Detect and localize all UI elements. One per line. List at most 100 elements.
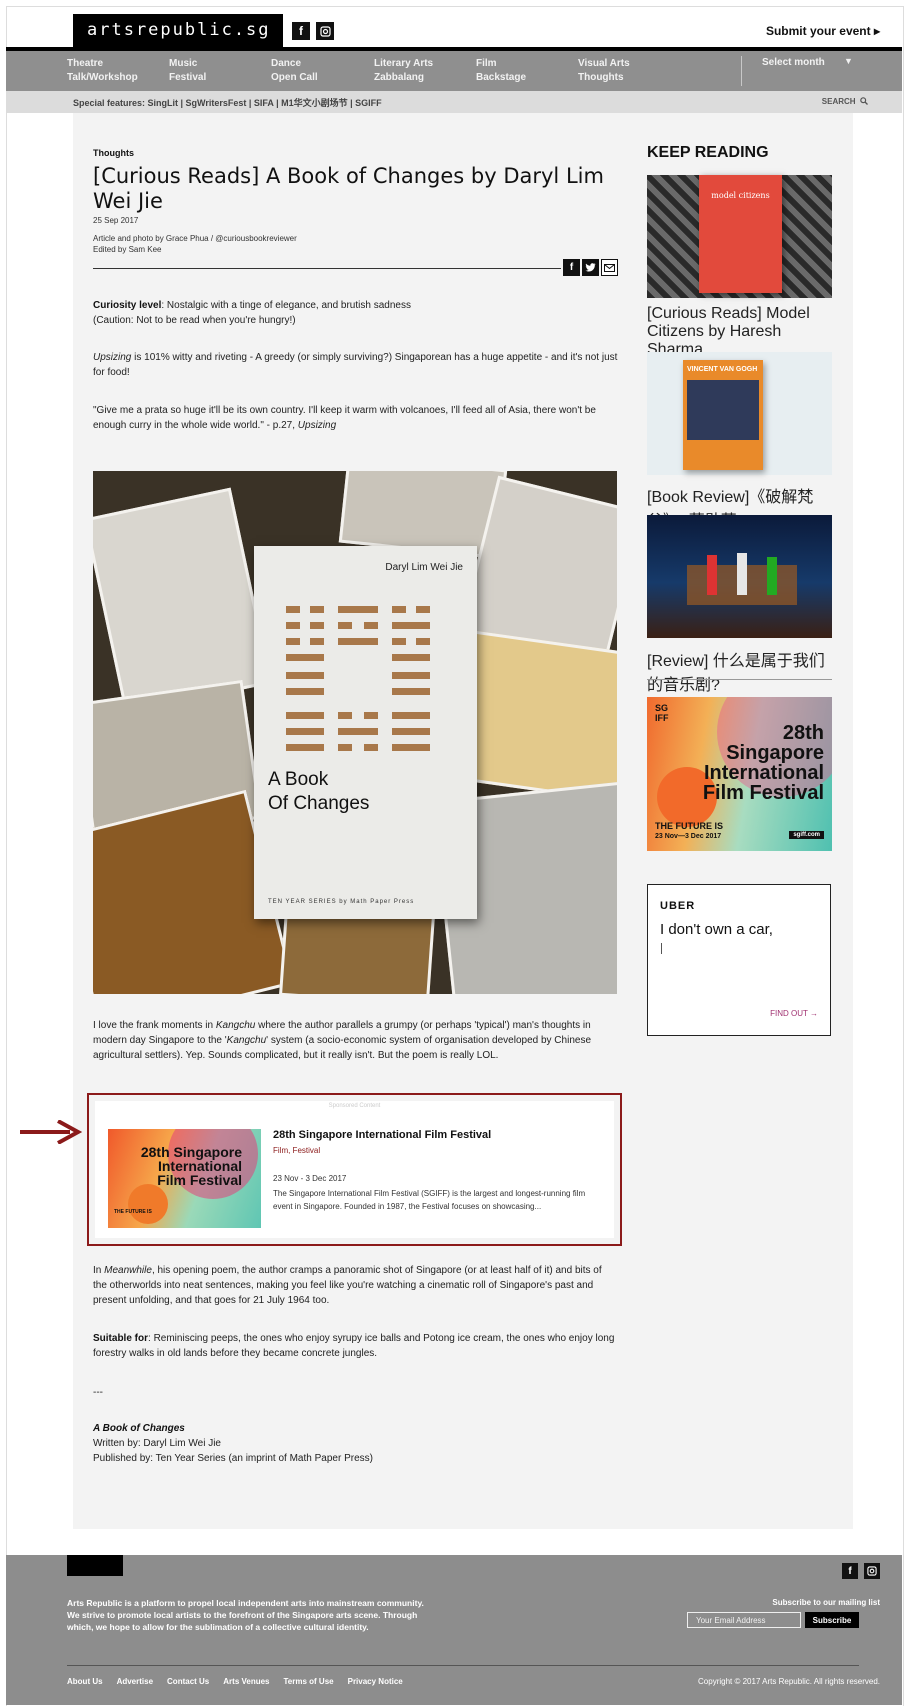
- facebook-icon[interactable]: f: [842, 1563, 858, 1579]
- book-author: Daryl Lim Wei Jie: [385, 562, 463, 573]
- divider-text: ---: [93, 1387, 103, 1398]
- sidebar-item-musical[interactable]: [Review] 什么是属于我们的音乐剧?: [647, 647, 832, 695]
- special-features-links[interactable]: Special features: SingLit | SgWritersFes…: [73, 96, 382, 109]
- sponsored-content-card[interactable]: Sponsored Content 28th Singapore Interna…: [87, 1093, 622, 1246]
- footer-link-contact[interactable]: Contact Us: [167, 1677, 209, 1686]
- performer: [767, 557, 777, 595]
- chevron-down-icon[interactable]: ▼: [844, 56, 853, 66]
- article-editor: Edited by Sam Kee: [93, 245, 162, 254]
- search-button[interactable]: SEARCH: [822, 97, 868, 106]
- select-month-dropdown[interactable]: Select month: [762, 57, 825, 68]
- thumb-sub: THE FUTURE IS: [114, 1209, 152, 1215]
- meanwhile-text-a: In: [93, 1265, 105, 1276]
- instagram-icon[interactable]: [864, 1563, 880, 1579]
- submit-event-link[interactable]: Submit your event ▸: [766, 24, 880, 38]
- facebook-share-icon[interactable]: f: [563, 259, 580, 276]
- footer-social: f: [842, 1563, 880, 1579]
- article-header: Thoughts [Curious Reads] A Book of Chang…: [93, 148, 618, 255]
- nav-item-dance[interactable]: Dance: [271, 57, 318, 71]
- subscribe-label: Subscribe to our mailing list: [772, 1598, 880, 1607]
- sponsored-category[interactable]: Film, Festival: [273, 1146, 320, 1155]
- uber-ad[interactable]: UBER I don't own a car, FIND OUT →: [647, 884, 831, 1036]
- share-icons: f: [563, 259, 618, 276]
- ad-line-3: International: [703, 762, 824, 784]
- instagram-icon[interactable]: [316, 22, 334, 40]
- photo-print: [93, 487, 273, 715]
- nav-item-theatre[interactable]: Theatre: [67, 57, 138, 71]
- sgiff-ad[interactable]: SG IFF 28th Singapore International Film …: [647, 697, 832, 851]
- book-info-published-by: Published by: Ten Year Series (an imprin…: [93, 1453, 373, 1464]
- subscribe-button[interactable]: Subscribe: [805, 1612, 859, 1628]
- book-info: A Book of Changes Written by: Daryl Lim …: [93, 1421, 618, 1466]
- sidebar-thumb-van-gogh[interactable]: VINCENT VAN GOGH: [647, 352, 832, 475]
- thumb-circle: [128, 1184, 168, 1224]
- site-logo[interactable]: artsrepublic.sg: [73, 14, 283, 47]
- ad-dates: 23 Nov—3 Dec 2017: [655, 833, 722, 840]
- paragraph-kangchu: I love the frank moments in Kangchu wher…: [93, 1018, 618, 1063]
- book-title-line-1: A Book: [268, 769, 329, 790]
- search-icon: [860, 97, 868, 105]
- nav-item-visual-arts[interactable]: Visual Arts: [578, 57, 630, 71]
- sidebar-item-model-citizens[interactable]: [Curious Reads] Model Citizens by Haresh…: [647, 305, 832, 359]
- nav-item-zabbalang[interactable]: Zabbalang: [374, 71, 433, 85]
- share-bar: f: [93, 258, 618, 278]
- sgiff-ad-title: 28th Singapore International Film Festiv…: [703, 723, 824, 803]
- curiosity-paragraph: Curiosity level: Nostalgic with a tinge …: [93, 298, 618, 328]
- twitter-share-icon[interactable]: [582, 259, 599, 276]
- ad-line-2: Singapore: [726, 742, 824, 764]
- footer-logo[interactable]: [67, 1555, 123, 1576]
- nav-item-thoughts[interactable]: Thoughts: [578, 71, 630, 85]
- sponsored-title[interactable]: 28th Singapore International Film Festiv…: [273, 1129, 491, 1141]
- email-share-icon[interactable]: [601, 259, 618, 276]
- nav-item-literary-arts[interactable]: Literary Arts: [374, 57, 433, 71]
- nav-item-open-call[interactable]: Open Call: [271, 71, 318, 85]
- meanwhile-em: Meanwhile: [104, 1265, 152, 1276]
- header-social: f: [292, 22, 334, 40]
- nav-item-festival[interactable]: Festival: [169, 71, 206, 85]
- sponsored-thumbnail[interactable]: 28th Singapore International Film Festiv…: [108, 1129, 261, 1228]
- book-title-line-2: Of Changes: [268, 793, 370, 814]
- footer-link-advertise[interactable]: Advertise: [117, 1677, 153, 1686]
- nav-item-film[interactable]: Film: [476, 57, 526, 71]
- uber-logo: UBER: [660, 900, 696, 912]
- facebook-icon[interactable]: f: [292, 22, 310, 40]
- nav-item-talk-workshop[interactable]: Talk/Workshop: [67, 71, 138, 85]
- footer-link-privacy[interactable]: Privacy Notice: [348, 1677, 403, 1686]
- ad-future: THE FUTURE IS: [655, 821, 724, 831]
- sidebar-thumb-model-citizens[interactable]: model citizens: [647, 175, 832, 298]
- kangchu-em-2: Kangchu: [226, 1035, 267, 1046]
- book-cover-art: [687, 380, 759, 440]
- footer-divider: [67, 1665, 859, 1666]
- arrow-right-icon: [20, 1120, 82, 1144]
- special-features-bar: Special features: SingLit | SgWritersFes…: [6, 91, 902, 113]
- nav-col-5: Film Backstage: [476, 57, 526, 85]
- nav-col-1: Theatre Talk/Workshop: [67, 57, 138, 85]
- curiosity-text: : Nostalgic with a tinge of elegance, an…: [161, 300, 411, 311]
- paragraph-suitable: Suitable for: Reminiscing peeps, the one…: [93, 1331, 618, 1361]
- book-title: A Book Of Changes: [268, 768, 369, 816]
- paragraph-upsizing-text: is 101% witty and riveting - A greedy (o…: [93, 352, 618, 378]
- footer-about: Arts Republic is a platform to propel lo…: [67, 1598, 424, 1632]
- top-header: artsrepublic.sg f Submit your event ▸: [6, 14, 902, 48]
- sidebar-thumb-musical[interactable]: [647, 515, 832, 638]
- find-out-link[interactable]: FIND OUT →: [770, 1009, 818, 1018]
- copyright: Copyright © 2017 Arts Republic. All righ…: [698, 1677, 880, 1686]
- kangchu-text-a: I love the frank moments in: [93, 1020, 216, 1031]
- book-info-title: A Book of Changes: [93, 1423, 185, 1434]
- book-cover-text: VINCENT VAN GOGH: [687, 366, 758, 373]
- footer-link-terms[interactable]: Terms of Use: [284, 1677, 334, 1686]
- uber-headline: I don't own a car,: [660, 921, 773, 938]
- article-category[interactable]: Thoughts: [93, 148, 618, 158]
- paragraph-upsizing: Upsizing is 101% witty and riveting - A …: [93, 350, 618, 380]
- quote-text: "Give me a prata so huge it'll be its ow…: [93, 405, 596, 431]
- nav-item-music[interactable]: Music: [169, 57, 206, 71]
- book-cover: Daryl Lim Wei Jie A Book Of Changes TEN Y…: [254, 546, 477, 919]
- footer-link-about[interactable]: About Us: [67, 1677, 103, 1686]
- footer-link-venues[interactable]: Arts Venues: [223, 1677, 269, 1686]
- article-date: 25 Sep 2017: [93, 216, 139, 225]
- nav-item-backstage[interactable]: Backstage: [476, 71, 526, 85]
- article-author: Article and photo by Grace Phua / @curio…: [93, 234, 297, 243]
- email-field[interactable]: [687, 1612, 801, 1628]
- nav-col-3: Dance Open Call: [271, 57, 318, 85]
- article-title: [Curious Reads] A Book of Changes by Dar…: [93, 164, 604, 213]
